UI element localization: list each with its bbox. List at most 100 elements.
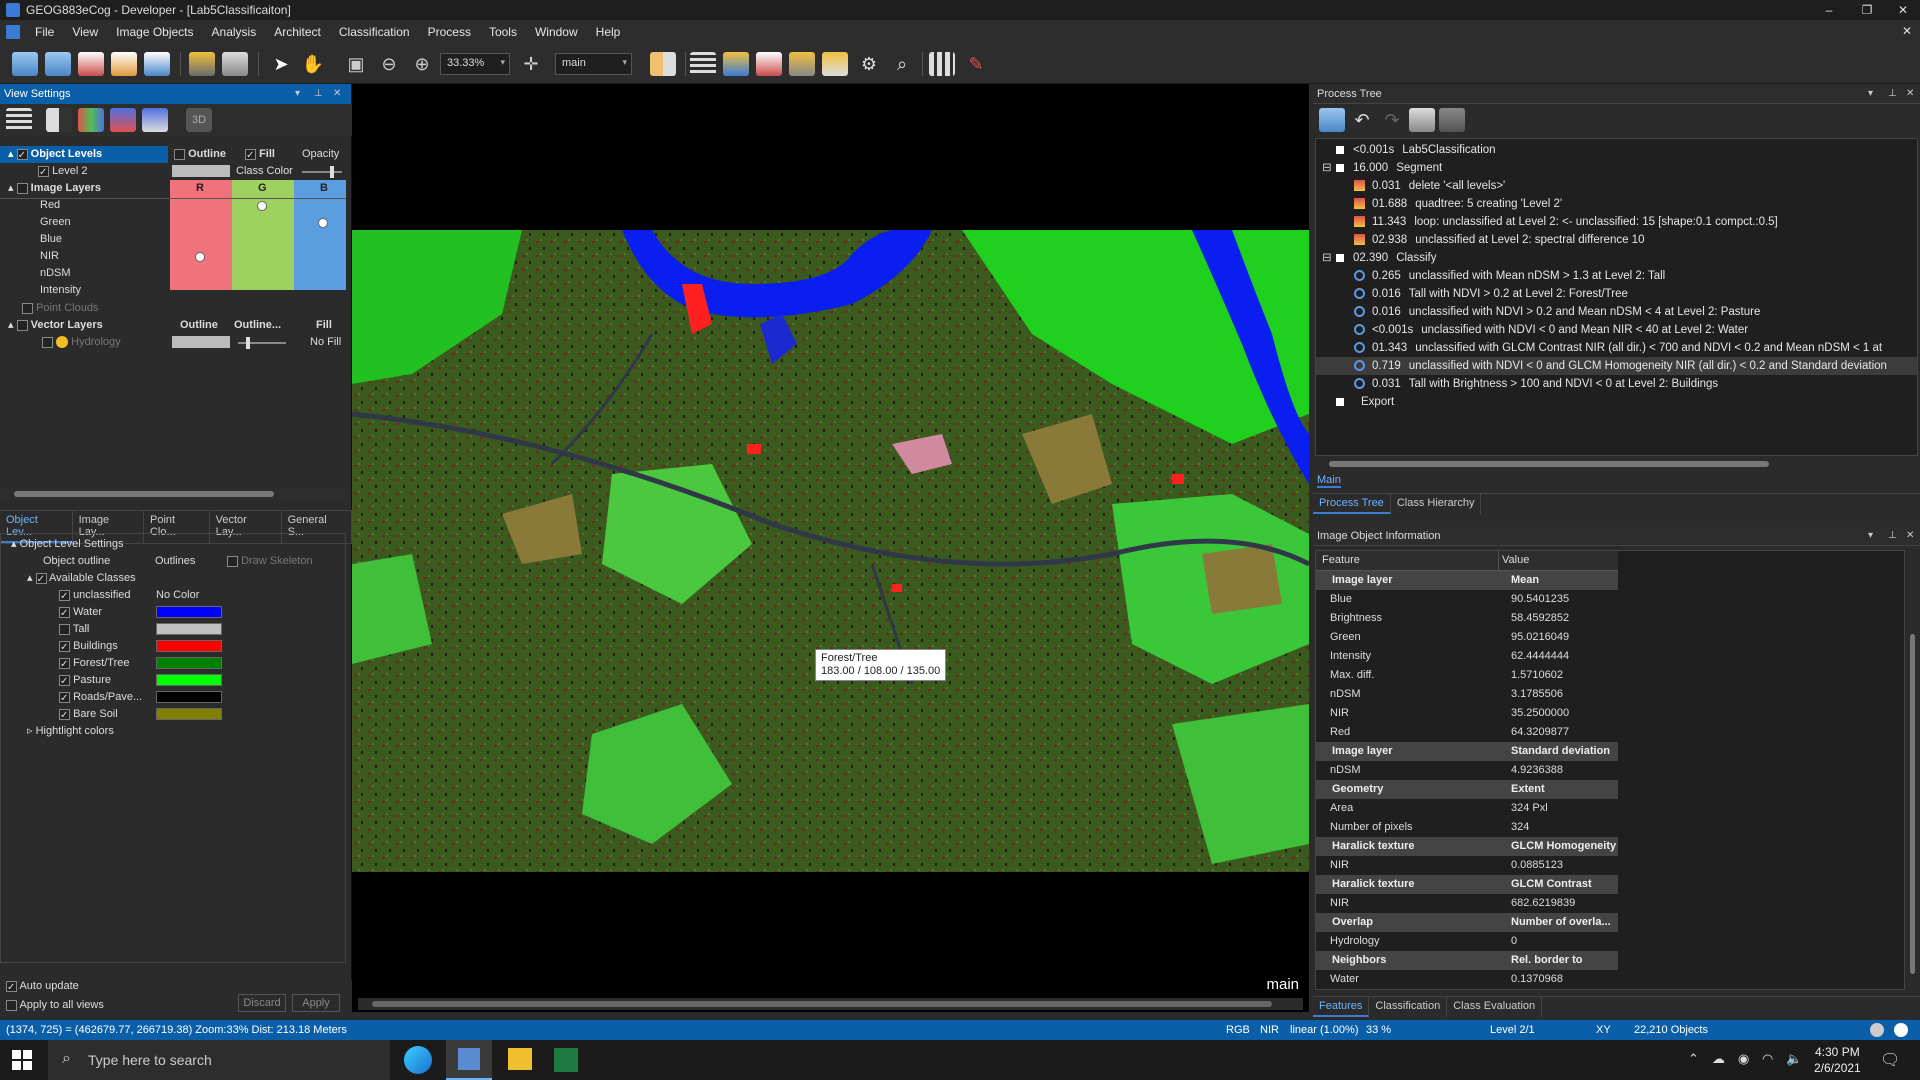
main-tab[interactable]: Main xyxy=(1317,474,1341,488)
info-vertical-scrollbar[interactable] xyxy=(1907,570,1918,990)
green-on-green-radio[interactable] xyxy=(257,201,267,211)
classification-map[interactable] xyxy=(352,84,1309,1012)
class-hierarchy-icon[interactable] xyxy=(723,52,749,76)
menu-architect[interactable]: Architect xyxy=(265,25,330,39)
feature-row[interactable]: Hydrology 0 xyxy=(1316,932,1618,951)
apply-all-checkbox[interactable] xyxy=(6,999,17,1011)
auto-update-row[interactable]: Auto update xyxy=(6,978,79,996)
process-tree-list[interactable]: <0.001s Lab5Classification ⊟ 16.000 Segment 0… xyxy=(1315,138,1918,456)
features-table[interactable]: Feature Value Image layer Mean Blue 90.5401… xyxy=(1315,550,1905,990)
class-bare-soil[interactable]: Bare Soil xyxy=(59,706,118,724)
feature-row[interactable]: Number of pixels 324 xyxy=(1316,818,1618,837)
taskbar-search-box[interactable]: ⌕ Type here to search xyxy=(48,1040,390,1080)
menu-image-objects[interactable]: Image Objects xyxy=(107,25,202,39)
process-row[interactable]: ⊟ 02.390 Classify xyxy=(1316,249,1917,267)
class-roads[interactable]: Roads/Pave... xyxy=(59,689,142,707)
layer-nir[interactable]: NIR xyxy=(40,248,59,265)
pin-icon[interactable]: ⊥ xyxy=(1888,526,1897,546)
vector-layers-row[interactable]: ▴ Vector Layers xyxy=(8,317,103,334)
level2-checkbox[interactable] xyxy=(38,164,49,181)
edge-browser-icon[interactable] xyxy=(404,1046,432,1074)
red-on-nir-radio[interactable] xyxy=(195,252,205,262)
process-tree-icon[interactable] xyxy=(690,52,716,76)
class-checkbox[interactable] xyxy=(59,623,70,635)
split-view-icon[interactable] xyxy=(650,52,676,76)
class-checkbox[interactable] xyxy=(59,605,70,622)
feature-row[interactable]: NIR 35.2500000 xyxy=(1316,704,1618,723)
edit-icon[interactable]: ✎ xyxy=(963,52,989,76)
scrollbar-thumb[interactable] xyxy=(14,491,274,497)
feature-row[interactable]: Area 324 Pxl xyxy=(1316,799,1618,818)
menu-analysis[interactable]: Analysis xyxy=(203,25,266,39)
feature-group-row[interactable]: Overlap Number of overla... xyxy=(1316,913,1618,932)
feature-row[interactable]: Brightness 58.4592852 xyxy=(1316,609,1618,628)
feature-row[interactable]: Blue 90.5401235 xyxy=(1316,590,1618,609)
vector-layers-checkbox[interactable] xyxy=(16,319,28,331)
mixed-layers-icon[interactable] xyxy=(78,108,104,132)
hydrology-outline-slider[interactable] xyxy=(238,337,286,349)
restore-button[interactable]: ❐ xyxy=(1850,0,1884,20)
class-unclassified[interactable]: unclassified xyxy=(59,587,131,605)
pan-hand-icon[interactable]: ✋ xyxy=(300,52,326,76)
fill-checkbox[interactable] xyxy=(245,147,256,164)
scrollbar-thumb[interactable] xyxy=(1329,461,1769,467)
ecognition-taskbar-icon[interactable] xyxy=(446,1040,492,1080)
windows-start-icon[interactable] xyxy=(12,1050,32,1070)
class-color-swatch[interactable] xyxy=(156,606,222,618)
pin-icon[interactable]: ⊥ xyxy=(314,84,323,104)
class-color-swatch[interactable] xyxy=(156,708,222,720)
menu-help[interactable]: Help xyxy=(587,25,630,39)
process-row[interactable]: 0.016 unclassified with NDVI > 0.2 and Me… xyxy=(1316,303,1917,321)
hydrology-checkbox[interactable] xyxy=(42,336,53,348)
redo-icon[interactable]: ↷ xyxy=(1379,108,1405,132)
available-classes-row[interactable]: ▴ Available Classes xyxy=(27,570,136,588)
class-color-swatch[interactable] xyxy=(156,640,222,652)
outline-checkbox[interactable] xyxy=(174,148,185,160)
doc-close-button[interactable]: ✕ xyxy=(1902,24,1912,38)
layer-ndsm[interactable]: nDSM xyxy=(40,265,71,282)
process-row[interactable]: 0.265 unclassified with Mean nDSM > 1.3 a… xyxy=(1316,267,1917,285)
feature-row[interactable]: nDSM 4.9236388 xyxy=(1316,761,1618,780)
feature-row[interactable]: Red 64.3209877 xyxy=(1316,723,1618,742)
library-icon[interactable] xyxy=(1409,108,1435,132)
process-tree-hscroll[interactable] xyxy=(1315,458,1918,470)
panel-close-icon[interactable]: ✕ xyxy=(1906,84,1914,104)
import-icon[interactable] xyxy=(111,52,137,76)
process-row[interactable]: 0.719 unclassified with NDVI < 0 and GLCM… xyxy=(1316,357,1917,375)
class-checkbox[interactable] xyxy=(59,673,70,690)
draw-skeleton-checkbox[interactable] xyxy=(227,555,238,567)
expand-toggle-icon[interactable]: ⊟ xyxy=(1322,159,1332,177)
object-levels-checkbox[interactable] xyxy=(16,147,28,164)
map-view[interactable]: Forest/Tree 183.00 / 108.00 / 135.00 mai… xyxy=(352,84,1309,1012)
discard-button[interactable]: Discard xyxy=(238,994,286,1012)
class-color-swatch[interactable] xyxy=(156,623,222,635)
process-row[interactable]: <0.001s Lab5Classification xyxy=(1316,141,1917,159)
feature-col-header[interactable]: Feature xyxy=(1322,554,1360,566)
feature-group-row[interactable]: Image layer Standard deviation xyxy=(1316,742,1618,761)
volume-icon[interactable]: 🔈 xyxy=(1786,1051,1802,1067)
point-clouds-row[interactable]: Point Clouds xyxy=(22,300,98,317)
workspace-icon[interactable] xyxy=(144,52,170,76)
panel-menu-icon[interactable]: ▾ xyxy=(295,84,300,104)
object-outline-icon[interactable]: ⚙ xyxy=(856,52,882,76)
opacity-slider-handle[interactable] xyxy=(330,166,334,178)
panel-close-icon[interactable]: ✕ xyxy=(1906,526,1914,546)
process-row[interactable]: 0.031 delete '<all levels>' xyxy=(1316,177,1917,195)
pin-icon[interactable]: ⊥ xyxy=(1888,84,1897,104)
apply-button[interactable]: Apply xyxy=(292,994,340,1012)
layer-blue[interactable]: Blue xyxy=(40,231,62,248)
feature-group-row[interactable]: Haralick texture GLCM Homogeneity xyxy=(1316,837,1618,856)
object-levels-row[interactable]: ▴ Object Levels xyxy=(0,146,168,164)
class-checkbox[interactable] xyxy=(59,707,70,724)
hydrology-row[interactable]: Hydrology xyxy=(42,334,121,351)
tray-chevron-icon[interactable]: ⌃ xyxy=(1688,1051,1699,1067)
feature-row[interactable]: Intensity 62.4444444 xyxy=(1316,647,1618,666)
image-layers-row[interactable]: ▴ Image Layers xyxy=(8,180,101,197)
view-combo[interactable]: main ▾ xyxy=(555,53,632,75)
feature-row[interactable]: NIR 682.6219839 xyxy=(1316,894,1618,913)
new-process-icon[interactable] xyxy=(1319,108,1345,132)
class-tall[interactable]: Tall xyxy=(59,621,89,638)
wifi-icon[interactable]: ◠ xyxy=(1762,1051,1773,1067)
menu-tools[interactable]: Tools xyxy=(480,25,526,39)
outlines-value[interactable]: Outlines xyxy=(155,553,195,570)
